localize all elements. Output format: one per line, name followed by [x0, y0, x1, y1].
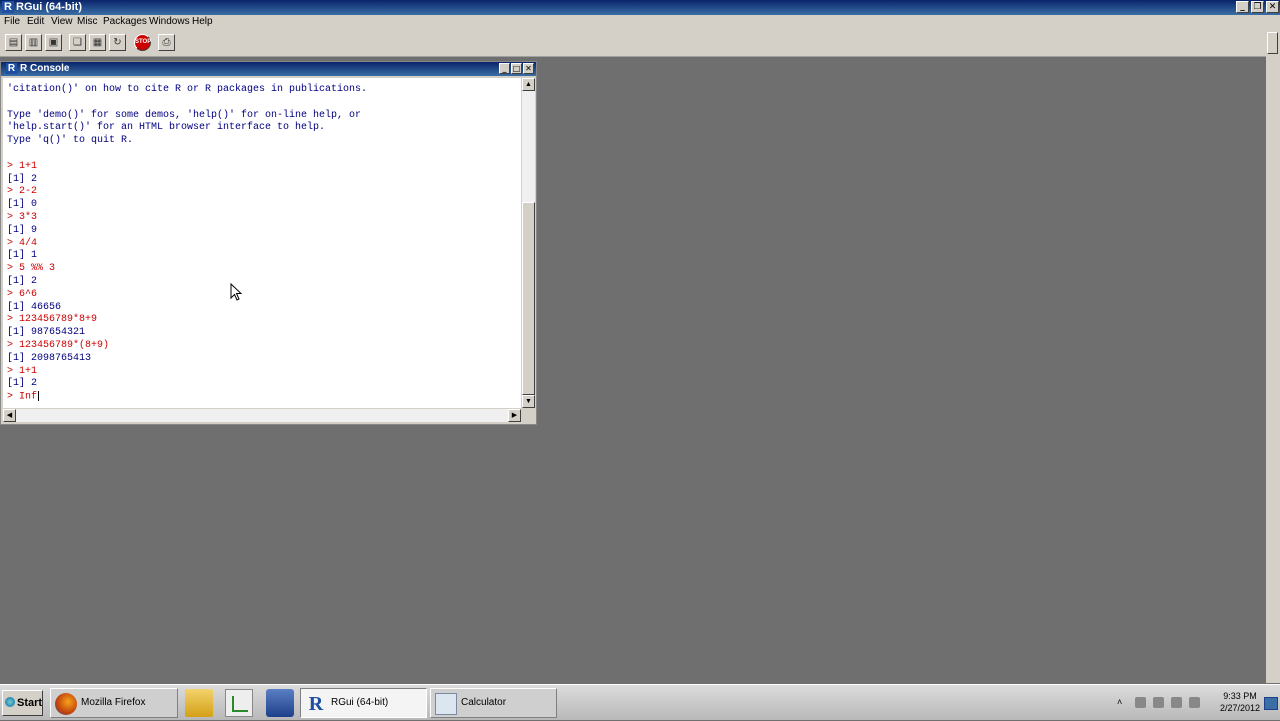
r-logo-icon: R — [2, 1, 14, 13]
clock[interactable]: 9:33 PM 2/27/2012 — [1220, 690, 1260, 714]
console-command-line: > 6^6 — [7, 288, 38, 300]
console-window-controls: _ □ ✕ — [499, 63, 534, 74]
menu-help[interactable]: Help — [192, 16, 213, 27]
copy-paste-icon[interactable]: ↻ — [109, 34, 126, 51]
console-minimize-button[interactable]: _ — [499, 63, 510, 74]
paste-icon[interactable]: ▦ — [89, 34, 106, 51]
minimize-button[interactable]: _ — [1236, 1, 1249, 13]
frame-scrollbar-thumb[interactable] — [1267, 32, 1278, 54]
console-title-bar: R R Console _ □ ✕ — [1, 62, 536, 76]
clock-date: 2/27/2012 — [1219, 703, 1260, 713]
task-label: Calculator — [461, 697, 507, 708]
tray-volume-icon[interactable] — [1189, 697, 1200, 708]
scroll-down-icon[interactable]: ▼ — [522, 395, 535, 408]
console-output-line: Type 'demo()' for some demos, 'help()' f… — [7, 109, 362, 121]
r-icon: R — [308, 693, 324, 715]
console-scrollbar-thumb[interactable] — [522, 202, 535, 395]
console-close-button[interactable]: ✕ — [523, 63, 534, 74]
tray-monitor-icon[interactable] — [1171, 697, 1182, 708]
console-vertical-scrollbar[interactable]: ▲ ▼ — [522, 78, 535, 408]
console-output-line: [1] 9 — [7, 224, 38, 236]
console-output-line: [1] 0 — [7, 199, 38, 211]
console-output-line: 'citation()' on how to cite R or R packa… — [7, 84, 368, 95]
menu-edit[interactable]: Edit — [27, 16, 44, 27]
scroll-left-icon[interactable]: ◀ — [3, 409, 16, 422]
console-output-line: Type 'q()' to quit R. — [7, 135, 134, 147]
console-output-line: [1] 2 — [7, 275, 38, 287]
r-logo-icon: R — [6, 63, 17, 74]
show-desktop-icon[interactable] — [1264, 697, 1278, 710]
copy-icon[interactable]: ❏ — [69, 34, 86, 51]
close-button[interactable]: ✕ — [1266, 1, 1279, 13]
start-button[interactable]: Start — [2, 690, 43, 716]
save-workspace-icon[interactable]: ▣ — [45, 34, 62, 51]
calculator-icon — [435, 693, 457, 715]
stop-icon[interactable]: STOP — [134, 34, 151, 51]
tray-device-icon[interactable] — [1153, 697, 1164, 708]
frame-scrollbar[interactable] — [1266, 30, 1280, 683]
console-command-line: > 123456789*(8+9) — [7, 339, 110, 351]
app-title-bar: R RGui (64-bit) _ ❐ ✕ — [0, 0, 1280, 15]
task-label: RGui (64-bit) — [331, 697, 389, 708]
open-script-icon[interactable]: ▤ — [5, 34, 22, 51]
mouse-pointer-icon — [230, 283, 242, 301]
toolbar: ▤ ▥ ▣ ❏ ▦ ↻ STOP ⎙ — [0, 30, 1280, 57]
console-command-line: > 5 %% 3 — [7, 263, 56, 275]
scroll-up-icon[interactable]: ▲ — [522, 78, 535, 91]
folder-icon[interactable] — [185, 689, 213, 717]
task-calculator[interactable]: Calculator — [430, 688, 557, 718]
system-tray: ˄ 9:33 PM 2/27/2012 — [1115, 685, 1280, 721]
console-output-line: [1] 1 — [7, 250, 38, 262]
scroll-right-icon[interactable]: ▶ — [508, 409, 521, 422]
restore-button[interactable]: ❐ — [1251, 1, 1264, 13]
console-output-line: [1] 987654321 — [7, 327, 86, 339]
console-output[interactable]: 'citation()' on how to cite R or R packa… — [3, 78, 521, 408]
console-command-line: > 1+1 — [7, 160, 38, 172]
app-window-controls: _ ❐ ✕ — [1236, 1, 1279, 13]
menu-windows[interactable]: Windows — [149, 16, 190, 27]
console-lines: 'citation()' on how to cite R or R packa… — [7, 84, 367, 404]
console-output-line: [1] 2098765413 — [7, 352, 92, 364]
console-output-line: [1] 46656 — [7, 301, 62, 313]
menu-file[interactable]: File — [4, 16, 20, 27]
text-cursor — [38, 391, 40, 402]
menu-view[interactable]: View — [51, 16, 73, 27]
console-output-line: [1] 2 — [7, 173, 38, 185]
task-firefox[interactable]: Mozilla Firefox — [50, 688, 178, 718]
windows-logo-icon — [5, 697, 15, 707]
console-input-line[interactable]: > Inf — [7, 391, 367, 404]
r-console-window: R R Console _ □ ✕ 'citation()' on how to… — [0, 61, 537, 425]
tray-expand-icon[interactable]: ˄ — [1117, 697, 1128, 708]
console-command-line: > 1+1 — [7, 365, 38, 377]
firefox-icon — [55, 693, 77, 715]
console-output-line: 'help.start()' for an HTML browser inter… — [7, 122, 326, 134]
console-command-line: > 123456789*8+9 — [7, 314, 98, 326]
console-horizontal-scrollbar[interactable]: ◀ ▶ — [3, 409, 521, 422]
app-title: RGui (64-bit) — [16, 1, 82, 13]
print-icon[interactable]: ⎙ — [158, 34, 175, 51]
console-maximize-button[interactable]: □ — [511, 63, 522, 74]
console-title: R Console — [20, 63, 70, 74]
tool-icon[interactable] — [266, 689, 294, 717]
taskbar: Start Mozilla Firefox R RGui (64-bit) Ca… — [0, 684, 1280, 720]
start-label: Start — [17, 697, 43, 709]
menu-bar: File Edit View Misc Packages Windows Hel… — [0, 15, 1280, 30]
console-input-text: > Inf — [7, 391, 38, 403]
chart-icon[interactable] — [225, 689, 253, 717]
console-command-line: > 3*3 — [7, 211, 38, 223]
console-output-line: [1] 2 — [7, 378, 38, 390]
console-command-line: > 2-2 — [7, 186, 38, 198]
menu-misc[interactable]: Misc — [77, 16, 98, 27]
tray-network-icon[interactable] — [1135, 697, 1146, 708]
load-workspace-icon[interactable]: ▥ — [25, 34, 42, 51]
menu-packages[interactable]: Packages — [103, 16, 147, 27]
clock-time: 9:33 PM — [1223, 691, 1257, 701]
console-command-line: > 4/4 — [7, 237, 38, 249]
task-rgui[interactable]: R RGui (64-bit) — [300, 688, 427, 718]
task-label: Mozilla Firefox — [81, 697, 146, 708]
